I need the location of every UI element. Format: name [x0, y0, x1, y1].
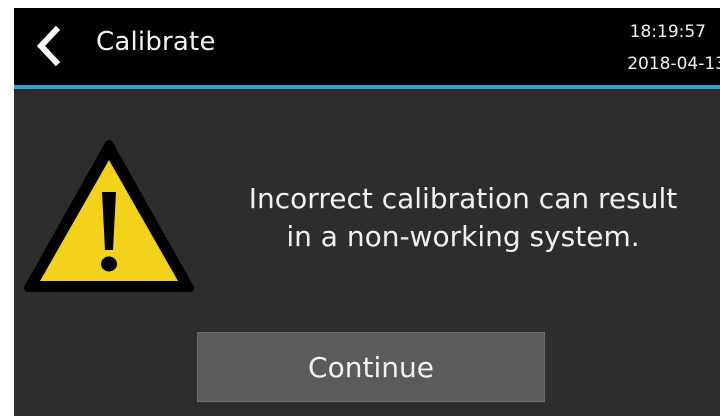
page-title: Calibrate: [96, 27, 216, 57]
clock-date: 2018-04-13: [627, 54, 720, 74]
chevron-left-icon: [36, 25, 61, 67]
header-divider: [14, 85, 720, 89]
warning-triangle-icon: [24, 140, 194, 292]
back-button[interactable]: [28, 20, 72, 72]
warning-message-line-1: Incorrect calibration can result: [248, 182, 678, 215]
clock-time: 18:19:57: [629, 22, 706, 42]
calibrate-screen: Calibrate 18:19:57 2018-04-13 Incorrect …: [14, 8, 720, 416]
warning-message-line-2: in a non-working system.: [286, 220, 640, 253]
continue-button[interactable]: Continue: [197, 332, 545, 402]
header-bar: Calibrate 18:19:57 2018-04-13: [14, 8, 720, 85]
warning-message: Incorrect calibration can result in a no…: [210, 180, 716, 256]
